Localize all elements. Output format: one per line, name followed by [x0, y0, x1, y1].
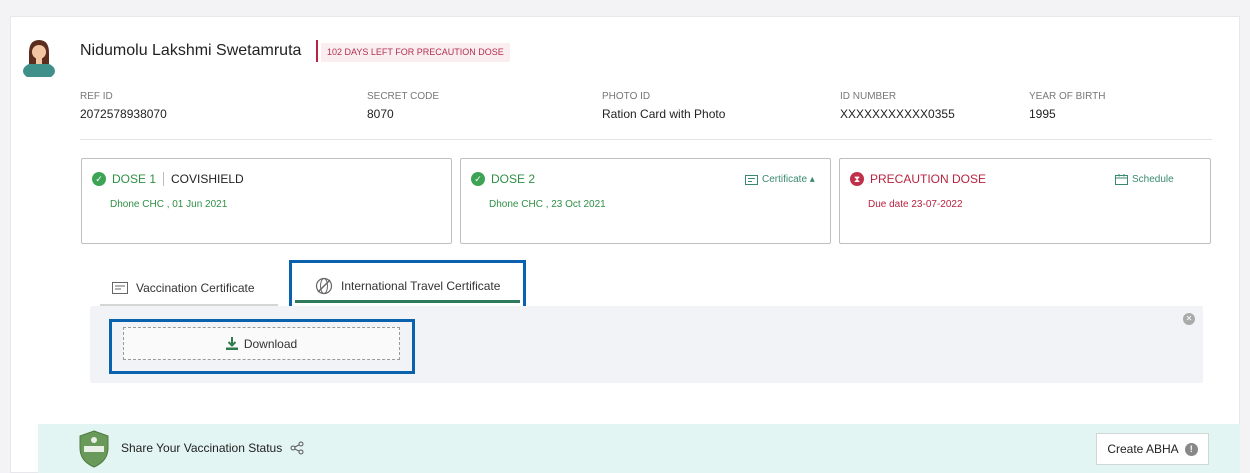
- id-number-label: ID NUMBER: [840, 91, 897, 102]
- dose-2-card: ✓ DOSE 2 Dhone CHC , 23 Oct 2021 Certifi…: [460, 158, 831, 244]
- beneficiary-card: [10, 16, 1240, 473]
- check-circle-icon: ✓: [92, 172, 106, 186]
- tab-travel-label: International Travel Certificate: [341, 279, 501, 293]
- dose-1-detail: Dhone CHC , 01 Jun 2021: [110, 199, 228, 210]
- certificate-icon: [112, 282, 128, 294]
- photo-id-value: Ration Card with Photo: [602, 107, 726, 121]
- dose-1-title-row: ✓ DOSE 1 COVISHIELD: [92, 172, 244, 186]
- avatar: [23, 40, 55, 77]
- ref-id-value: 2072578938070: [80, 107, 167, 121]
- create-abha-button[interactable]: Create ABHA !: [1096, 433, 1209, 465]
- photo-id-label: PHOTO ID: [602, 91, 651, 102]
- vertical-divider: [163, 172, 165, 186]
- info-icon: !: [1184, 442, 1198, 456]
- dose-2-title: DOSE 2: [491, 172, 536, 186]
- dose-1-vaccine: COVISHIELD: [171, 172, 244, 186]
- dose-2-detail: Dhone CHC , 23 Oct 2021: [489, 199, 606, 210]
- globe-plane-icon: [315, 277, 333, 295]
- share-vaccination-status[interactable]: Share Your Vaccination Status: [121, 441, 304, 455]
- secret-code-label: SECRET CODE: [367, 91, 440, 102]
- dose-1-title: DOSE 1: [112, 172, 157, 186]
- share-label: Share Your Vaccination Status: [121, 441, 283, 455]
- check-circle-icon: ✓: [471, 172, 485, 186]
- secret-code-value: 8070: [367, 107, 394, 121]
- precaution-dose-title: PRECAUTION DOSE: [870, 172, 987, 186]
- create-abha-label: Create ABHA: [1107, 442, 1179, 456]
- year-of-birth-label: YEAR OF BIRTH: [1029, 91, 1106, 102]
- certificate-link-label: Certificate ▴: [762, 174, 815, 185]
- certificate-icon: [745, 174, 758, 185]
- divider: [80, 139, 1212, 140]
- close-icon[interactable]: ✕: [1183, 313, 1195, 325]
- precaution-dose-card: ⧗ PRECAUTION DOSE Due date 23-07-2022 Sc…: [839, 158, 1211, 244]
- download-icon: [225, 337, 238, 350]
- precaution-due-date: Due date 23-07-2022: [868, 199, 963, 210]
- ref-id-label: REF ID: [80, 91, 113, 102]
- schedule-link-label: Schedule: [1132, 174, 1174, 185]
- tab-international-travel-certificate[interactable]: International Travel Certificate: [315, 271, 500, 301]
- precaution-title-row: ⧗ PRECAUTION DOSE: [850, 172, 986, 186]
- id-number-value: XXXXXXXXXXX0355: [840, 107, 955, 121]
- precaution-days-badge: 102 DAYS LEFT FOR PRECAUTION DOSE: [321, 43, 510, 62]
- hourglass-icon: ⧗: [850, 172, 864, 186]
- tab-vaccination-certificate[interactable]: Vaccination Certificate: [112, 271, 255, 305]
- name-separator: [316, 40, 318, 62]
- download-label: Download: [243, 336, 298, 351]
- calendar-icon: [1115, 174, 1128, 185]
- tab-vaccination-label: Vaccination Certificate: [136, 281, 255, 295]
- year-of-birth-value: 1995: [1029, 107, 1056, 121]
- schedule-link[interactable]: Schedule: [1115, 174, 1174, 185]
- dose-1-card: ✓ DOSE 1 COVISHIELD Dhone CHC , 01 Jun 2…: [81, 158, 452, 244]
- share-icon: [290, 441, 304, 455]
- vaccination-shield-icon: [79, 430, 109, 468]
- dose-2-title-row: ✓ DOSE 2: [471, 172, 535, 186]
- beneficiary-name: Nidumolu Lakshmi Swetamruta: [80, 42, 302, 59]
- download-button[interactable]: Download: [123, 327, 400, 360]
- certificate-link[interactable]: Certificate ▴: [745, 174, 815, 185]
